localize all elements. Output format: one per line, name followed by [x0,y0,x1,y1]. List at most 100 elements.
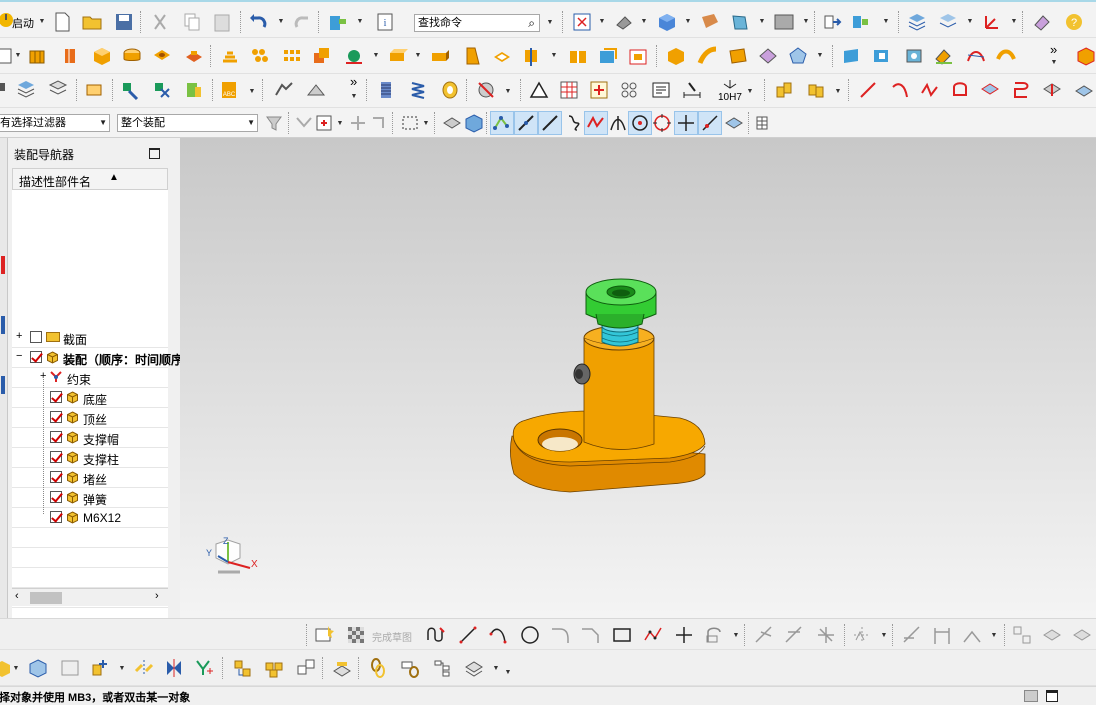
resource-tab-assembly[interactable] [1,256,5,274]
snap-curve-icon[interactable] [562,111,586,135]
split-body-icon[interactable] [566,44,590,68]
circles-grid-icon[interactable] [617,78,641,102]
wcs-icon[interactable] [980,10,1004,34]
sketch-arc-icon[interactable] [486,623,510,647]
parts-list-dropdown[interactable]: ▼ [248,79,256,103]
wcs-dropdown[interactable]: ▼ [1010,9,1018,33]
rapid-dimension-icon[interactable] [930,623,954,647]
visibility-checkbox[interactable] [50,511,62,523]
blend-dropdown[interactable]: ▼ [414,43,422,67]
scrollbar-thumb[interactable] [30,592,62,604]
snap-bounded-grid-icon[interactable] [722,111,746,135]
model-icon[interactable] [1074,44,1096,68]
filter-settings-icon[interactable] [262,111,286,135]
edge-blend-icon[interactable] [386,44,410,68]
arc-icon[interactable] [888,78,912,102]
sketch-point-icon[interactable] [672,623,696,647]
sketch-dropdown[interactable]: ▼ [14,43,22,67]
rotate-dropdown[interactable]: ▼ [640,9,648,33]
shell-icon[interactable] [490,44,514,68]
undo-icon[interactable] [247,10,271,34]
mirror-dropdown[interactable]: ▼ [880,623,888,647]
background-dropdown[interactable]: ▼ [802,9,810,33]
visibility-checkbox[interactable] [50,431,62,443]
rotate-view-icon[interactable] [612,10,636,34]
reposition-icon[interactable] [182,78,206,102]
constraint-options-dropdown[interactable]: ▼ [12,656,20,680]
visibility-checkbox[interactable] [50,391,62,403]
scroll-right-icon[interactable]: › [155,590,159,602]
select-dropdown[interactable]: ▼ [336,111,344,135]
washer-icon[interactable] [438,78,462,102]
start-button[interactable]: 启动 [12,15,34,31]
full-screen-icon[interactable] [1046,690,1058,702]
scope-filter-select[interactable]: 整个装配 ▼ [117,114,258,132]
exploded-view-dropdown[interactable]: ▼ [504,79,512,103]
tree-node[interactable]: − 装配（顺序：时间顺序） [12,348,195,368]
rectangle-select-dropdown[interactable]: ▼ [422,111,430,135]
sketch-fillet-icon[interactable] [548,623,572,647]
constraint-dropdown[interactable]: ▼ [990,623,998,647]
paste-icon[interactable] [210,10,234,34]
tree-node[interactable]: 弹簧 [12,488,168,508]
stack-layers-icon[interactable] [14,78,38,102]
wave-linker-icon[interactable] [26,656,50,680]
redo-icon[interactable] [290,10,314,34]
thicken-icon[interactable] [840,44,864,68]
new-component-dropdown[interactable]: ▼ [118,656,126,680]
box-solid-icon[interactable] [664,44,688,68]
constraint-navigator-icon[interactable] [192,656,216,680]
snap-endpoint-icon[interactable] [490,111,514,135]
reorder-assembly-icon[interactable] [430,656,454,680]
check-clearance-icon[interactable] [58,656,82,680]
column-header[interactable]: 描述性部件名 ▲ [12,168,168,190]
resource-tab-constraints[interactable] [1,316,5,334]
help-icon[interactable]: ? [1062,10,1086,34]
extrude-icon[interactable] [26,44,50,68]
visibility-checkbox[interactable] [30,351,42,363]
open-folder-icon[interactable] [80,10,104,34]
tree-node[interactable]: + 约束 [12,368,168,388]
component-group-icon[interactable] [772,78,796,102]
mirror-constraint-icon[interactable] [162,656,186,680]
surface-analysis-icon[interactable] [994,44,1018,68]
snap-center-icon[interactable] [628,111,652,135]
sequence-dropdown[interactable]: ▼ [492,656,500,680]
trim-dropdown[interactable]: ▼ [550,43,558,67]
more-assembly-dropdown[interactable]: ▼ [504,660,512,684]
spring-icon[interactable] [406,78,430,102]
selection-status-icon[interactable] [1024,690,1038,702]
component-set-dropdown[interactable]: ▼ [834,79,842,103]
snap-intersection-icon[interactable] [606,111,630,135]
selection-priority-icon[interactable] [750,111,774,135]
maximize-icon[interactable] [149,148,160,159]
unite-icon[interactable] [218,44,242,68]
assembly-overflow-dropdown[interactable]: ▼ [350,84,358,108]
note-icon[interactable] [649,78,673,102]
snap-quadrant-icon[interactable] [650,111,674,135]
profile-sketch-icon[interactable] [424,623,448,647]
select-invert-icon[interactable] [368,111,392,135]
new-file-icon[interactable] [50,10,74,34]
feature-dropdown[interactable]: ▼ [816,43,824,67]
clip-section-icon[interactable] [728,10,752,34]
undo-dropdown[interactable]: ▼ [277,9,285,33]
combine-icon[interactable] [310,44,334,68]
exploded-views-icon[interactable] [330,656,354,680]
sketch-dimension-icon[interactable] [312,623,336,647]
info-icon[interactable]: i [374,10,398,34]
polygon-icon[interactable] [786,44,810,68]
graphics-window[interactable]: Z Y X [180,138,1096,618]
expand-icon[interactable]: + [16,330,22,342]
grid-plus-icon[interactable] [587,78,611,102]
isocline-icon[interactable] [932,44,956,68]
offset-face-icon[interactable] [596,44,620,68]
geometric-constraint-icon[interactable] [900,623,924,647]
mesh-icon[interactable] [756,44,780,68]
surface-curve-icon[interactable] [978,78,1002,102]
finish-sketch-label[interactable]: 完成草图 [372,629,412,644]
datum-icon[interactable] [342,44,366,68]
show-constraints-icon[interactable] [960,623,984,647]
scroll-left-icon[interactable]: ‹ [15,590,19,602]
edit-note-icon[interactable] [82,78,106,102]
